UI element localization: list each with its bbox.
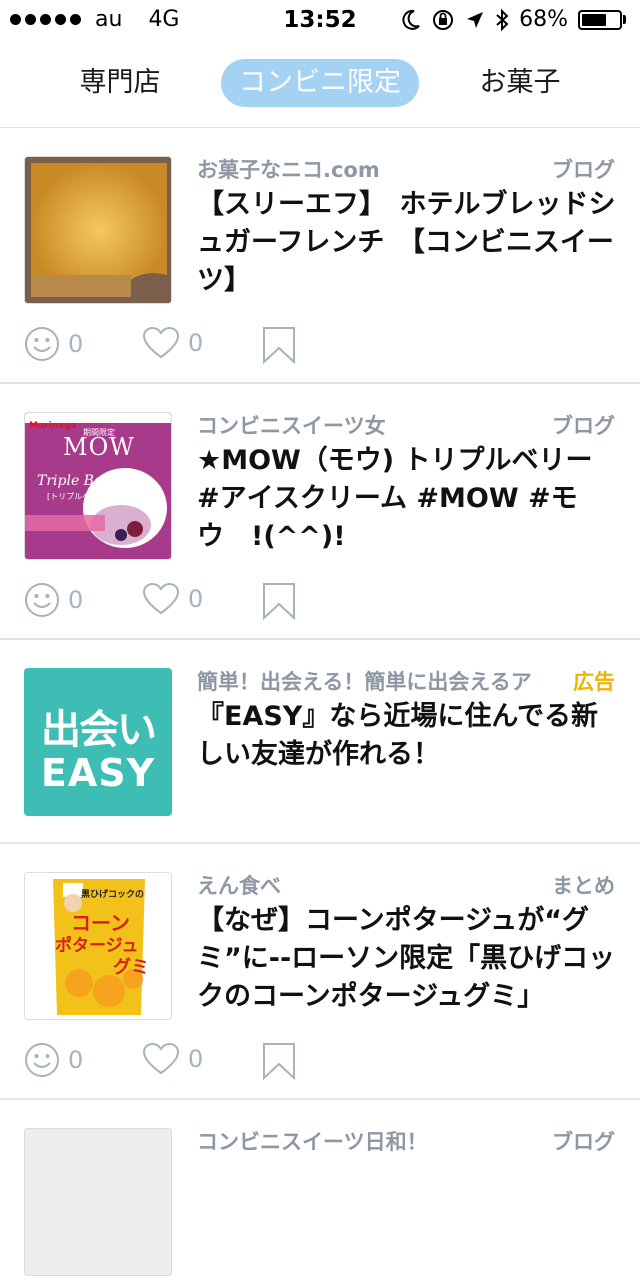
like-button[interactable]: 0 (142, 1042, 203, 1076)
article-source[interactable]: えん食べ (197, 870, 281, 900)
article-card[interactable]: コンビニスイーツ日和！ ブログ (0, 1100, 640, 1276)
thumbnail-top: 黒ひげコックの (81, 890, 145, 900)
like-count: 0 (188, 1045, 204, 1073)
tab-sweets[interactable]: お菓子 (440, 59, 600, 107)
bookmark-icon (263, 327, 295, 364)
bookmark-icon (263, 1043, 295, 1080)
thumbnail-logo: MOW (63, 433, 135, 461)
article-card[interactable]: お菓子なニコ.com ブログ 【スリーエフ】 ホテルブレッドシュガーフレンチ 【… (0, 128, 640, 384)
thumbnail-flavor-jp: [トリプルベリー] (47, 492, 110, 501)
moon-icon (402, 9, 420, 30)
smile-count: 0 (68, 330, 84, 358)
smile-count: 0 (68, 586, 84, 614)
ad-card[interactable]: 出会い EASY 簡単！出会える！簡単に出会えるア 広告 『EASY』なら近場に… (0, 640, 640, 844)
bookmark-button[interactable] (262, 326, 296, 364)
article-thumbnail[interactable] (24, 1128, 172, 1276)
heart-icon (142, 582, 180, 615)
bookmark-button[interactable] (262, 1042, 296, 1080)
ad-source[interactable]: 簡単！出会える！簡単に出会えるア (197, 666, 532, 696)
article-type-label: ブログ (552, 414, 615, 438)
thumbnail-main3: グミ (113, 957, 149, 978)
ad-label: 広告 (573, 670, 615, 694)
article-card[interactable]: Morinaga 期間限定 MOW Triple Berry [トリプルベリー]… (0, 384, 640, 640)
bluetooth-icon (496, 8, 509, 31)
smile-reaction-button[interactable]: 0 (24, 326, 83, 362)
smile-icon (25, 327, 59, 361)
thumbnail-line2: EASY (40, 751, 156, 795)
battery-icon (578, 9, 626, 30)
article-type-label: ブログ (552, 1130, 615, 1154)
like-count: 0 (188, 585, 204, 613)
rotation-lock-icon (433, 9, 454, 30)
thumbnail-brand: Morinaga (29, 421, 77, 431)
article-source[interactable]: コンビニスイーツ日和！ (197, 1126, 428, 1156)
article-thumbnail[interactable]: 黒ひげコックの コーン ポタージュ グミ (24, 872, 172, 1020)
status-bar: au 4G 13:52 68% (0, 0, 640, 40)
thumbnail-flavor: Triple Berry (37, 473, 124, 489)
article-card[interactable]: 黒ひげコックの コーン ポタージュ グミ えん食べ まとめ 【なぜ】コーンポター… (0, 844, 640, 1100)
like-count: 0 (188, 329, 204, 357)
article-source[interactable]: お菓子なニコ.com (197, 154, 380, 184)
tab-convenience-limited[interactable]: コンビニ限定 (221, 59, 419, 107)
thumbnail-line1: 出会い (41, 707, 157, 753)
smile-count: 0 (68, 1046, 84, 1074)
like-button[interactable]: 0 (142, 582, 203, 616)
smile-icon (25, 583, 59, 617)
article-thumbnail[interactable]: Morinaga 期間限定 MOW Triple Berry [トリプルベリー] (24, 412, 172, 560)
article-title[interactable]: 【スリーエフ】 ホテルブレッドシュガーフレンチ 【コンビニスイーツ】 (197, 186, 617, 300)
smile-icon (25, 1043, 59, 1077)
heart-icon (142, 326, 180, 359)
tab-specialty-shop[interactable]: 専門店 (40, 59, 200, 107)
article-type-label: ブログ (552, 158, 615, 182)
bookmark-icon (263, 583, 295, 620)
article-feed: お菓子なニコ.com ブログ 【スリーエフ】 ホテルブレッドシュガーフレンチ 【… (0, 128, 640, 1276)
article-thumbnail[interactable] (24, 156, 172, 304)
heart-icon (142, 1042, 180, 1075)
category-tabs: 専門店 コンビニ限定 お菓子 (0, 55, 640, 111)
smile-reaction-button[interactable]: 0 (24, 582, 83, 618)
ad-title[interactable]: 『EASY』なら近場に住んでる新しい友達が作れる！ (197, 698, 617, 774)
battery-percent: 68% (519, 7, 568, 32)
article-title[interactable]: 【なぜ】コーンポタージュが“グミ”に--ローソン限定「黒ひげコックのコーンポター… (197, 902, 617, 1016)
location-icon (467, 11, 484, 28)
article-type-label: まとめ (552, 874, 615, 898)
like-button[interactable]: 0 (142, 326, 203, 360)
bookmark-button[interactable] (262, 582, 296, 620)
ad-thumbnail[interactable]: 出会い EASY (24, 668, 172, 816)
article-source[interactable]: コンビニスイーツ女 (197, 410, 386, 440)
smile-reaction-button[interactable]: 0 (24, 1042, 83, 1078)
article-title[interactable]: ★MOW（モウ) トリプルベリー #アイスクリーム #MOW #モウ !(^^)… (197, 442, 617, 556)
